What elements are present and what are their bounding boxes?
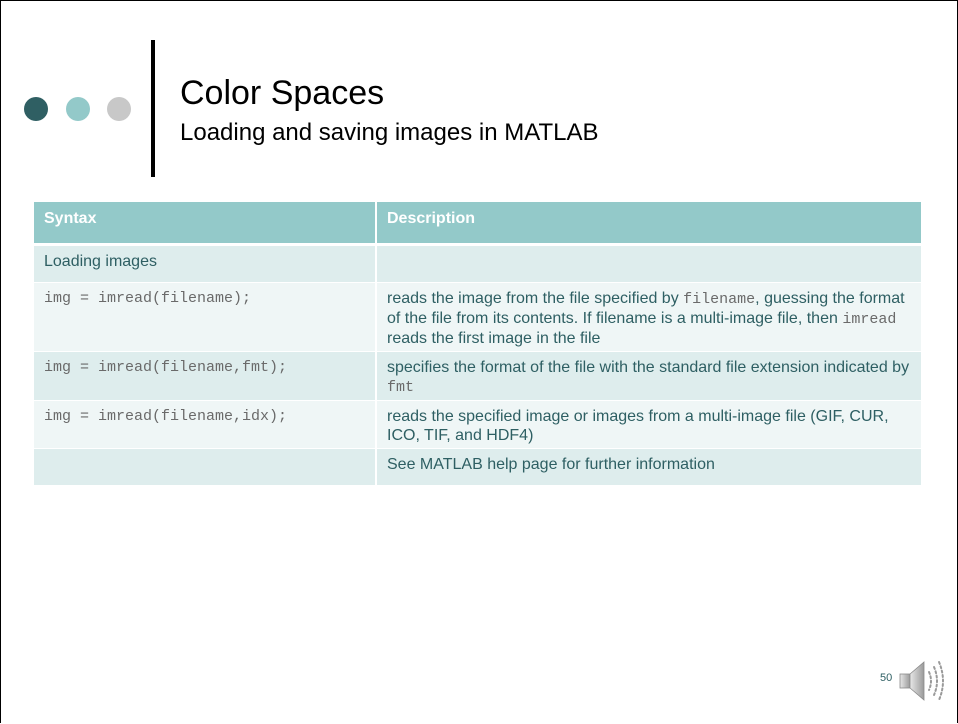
- table-row: See MATLAB help page for further informa…: [34, 449, 921, 486]
- table-header-row: Syntax Description: [34, 202, 921, 246]
- column-header-syntax: Syntax: [34, 202, 375, 246]
- description-cell: See MATLAB help page for further informa…: [375, 449, 921, 486]
- slide-subtitle: Loading and saving images in MATLAB: [180, 119, 599, 146]
- decorative-dot-dark: [24, 97, 48, 121]
- description-cell: reads the specified image or images from…: [375, 401, 921, 449]
- column-header-description: Description: [375, 202, 921, 246]
- syntax-cell: img = imread(filename,idx);: [34, 401, 375, 449]
- page-number: 50: [880, 672, 893, 684]
- description-cell: [375, 246, 921, 283]
- syntax-cell: img = imread(filename);: [34, 283, 375, 352]
- decorative-dot-gray: [107, 97, 131, 121]
- table-row: img = imread(filename,fmt); specifies th…: [34, 352, 921, 401]
- syntax-cell: [34, 449, 375, 486]
- table-row: Loading images: [34, 246, 921, 283]
- slide-title: Color Spaces: [180, 74, 385, 112]
- table-row: img = imread(filename); reads the image …: [34, 283, 921, 352]
- description-cell: reads the image from the file specified …: [375, 283, 921, 352]
- code-imread: imread: [842, 311, 897, 328]
- description-cell: specifies the format of the file with th…: [375, 352, 921, 401]
- speaker-icon-graphic: [899, 661, 944, 701]
- section-label-loading-images: Loading images: [34, 246, 375, 283]
- syntax-cell: img = imread(filename,fmt);: [34, 352, 375, 401]
- decorative-dot-teal: [66, 97, 90, 121]
- syntax-table: Syntax Description Loading images img = …: [34, 202, 921, 486]
- speaker-icon[interactable]: [898, 656, 948, 706]
- code-fmt: fmt: [387, 379, 415, 396]
- title-divider: [151, 40, 155, 177]
- code-filename: filename: [683, 291, 756, 308]
- table-row: img = imread(filename,idx); reads the sp…: [34, 401, 921, 449]
